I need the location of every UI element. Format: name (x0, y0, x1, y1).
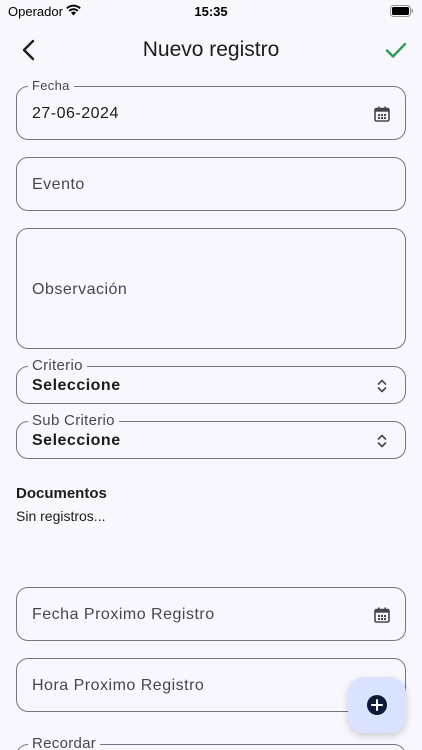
documentos-empty-text: Sin registros... (16, 508, 106, 524)
evento-placeholder: Evento (32, 176, 85, 193)
fecha-proximo-placeholder: Fecha Proximo Registro (32, 606, 215, 623)
observacion-field[interactable]: Observación (16, 228, 406, 349)
battery-icon (390, 5, 413, 17)
add-circle-icon (367, 695, 387, 715)
recordar-field[interactable]: Recordar (16, 735, 406, 750)
sub-criterio-value: Seleccione (32, 432, 121, 449)
criterio-select[interactable]: Criterio Seleccione (16, 357, 406, 404)
calendar-icon[interactable] (373, 105, 391, 123)
observacion-placeholder: Observación (32, 281, 128, 298)
check-icon[interactable] (382, 36, 410, 64)
chevron-up-down-icon (377, 379, 387, 393)
fecha-field[interactable]: Fecha 27-06-2024 (16, 78, 406, 140)
criterio-value: Seleccione (32, 377, 121, 394)
add-document-button[interactable] (348, 677, 406, 733)
status-bar: Operador 15:35 (0, 0, 422, 22)
recordar-label: Recordar (28, 735, 101, 750)
fecha-proximo-field[interactable]: Fecha Proximo Registro (16, 587, 406, 641)
sub-criterio-label: Sub Criterio (28, 412, 119, 429)
evento-field[interactable]: Evento (16, 157, 406, 211)
calendar-icon[interactable] (373, 606, 391, 624)
nav-bar: Nuevo registro (0, 30, 422, 70)
page-title: Nuevo registro (142, 38, 280, 61)
fecha-value: 27-06-2024 (32, 105, 119, 122)
fecha-label: Fecha (28, 78, 74, 93)
sub-criterio-select[interactable]: Sub Criterio Seleccione (16, 412, 406, 459)
status-time: 15:35 (194, 4, 228, 19)
hora-proximo-placeholder: Hora Proximo Registro (32, 677, 205, 694)
chevron-up-down-icon (377, 434, 387, 448)
criterio-label: Criterio (28, 357, 87, 374)
documentos-title: Documentos (16, 485, 107, 502)
